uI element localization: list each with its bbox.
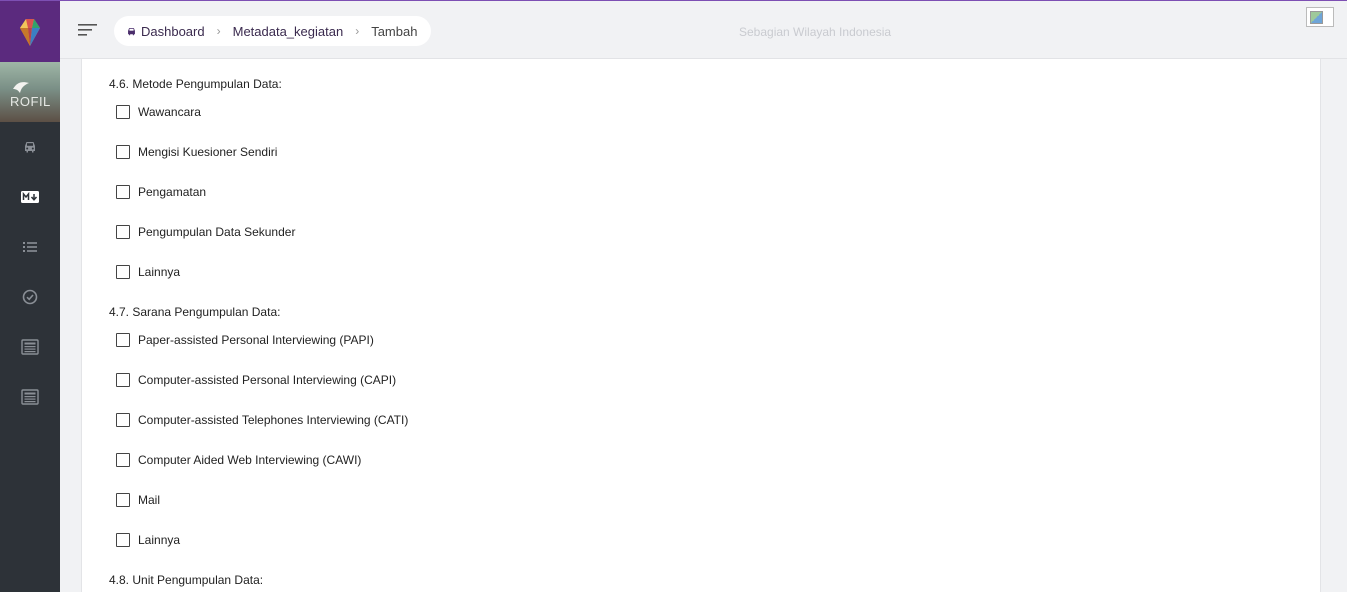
menu-toggle-button[interactable]	[78, 22, 98, 38]
banner-text: ROFIL	[10, 94, 51, 109]
sidebar-item-dashboard[interactable]	[0, 122, 60, 172]
checkbox-label: Wawancara	[138, 105, 201, 119]
checkbox-label: Paper-assisted Personal Interviewing (PA…	[138, 333, 374, 347]
checkbox-option[interactable]: Paper-assisted Personal Interviewing (PA…	[116, 332, 374, 348]
sidebar-item-report-2[interactable]	[0, 372, 60, 422]
checkbox[interactable]	[116, 453, 130, 467]
hamburger-icon	[78, 24, 97, 36]
bird-icon	[13, 82, 29, 93]
checkbox[interactable]	[116, 413, 130, 427]
chevron-right-icon: ›	[355, 24, 360, 38]
checkbox-option[interactable]: Lainnya	[116, 264, 180, 280]
checkbox-label: Pengumpulan Data Sekunder	[138, 225, 296, 239]
region-text: Sebagian Wilayah Indonesia	[739, 25, 892, 39]
checkbox-option[interactable]: Wawancara	[116, 104, 201, 120]
checkbox-label: Mengisi Kuesioner Sendiri	[138, 145, 278, 159]
breadcrumb-dashboard[interactable]: Dashboard	[141, 24, 205, 39]
checkbox[interactable]	[116, 145, 130, 159]
checkbox-label: Lainnya	[138, 265, 181, 279]
checkbox-option[interactable]: Pengumpulan Data Sekunder	[116, 224, 295, 240]
user-avatar-image[interactable]	[1306, 7, 1334, 27]
checkbox-label: Mail	[138, 493, 161, 507]
breadcrumb-metadata-kegiatan[interactable]: Metadata_kegiatan	[233, 24, 344, 39]
checkbox-option[interactable]: Lainnya	[116, 532, 180, 548]
checkbox-label: Computer Aided Web Interviewing (CAWI)	[138, 453, 362, 467]
check-circle-icon	[22, 289, 38, 305]
car-icon	[25, 142, 35, 153]
section-label-4-8: 4.8. Unit Pengumpulan Data:	[109, 573, 264, 587]
checkbox-option[interactable]: Computer Aided Web Interviewing (CAWI)	[116, 452, 361, 468]
markdown-icon	[21, 191, 39, 203]
checkbox-option[interactable]: Mengisi Kuesioner Sendiri	[116, 144, 277, 160]
breadcrumb-tambah: Tambah	[371, 23, 418, 39]
gem-logo-icon	[20, 18, 40, 46]
checkbox[interactable]	[116, 225, 130, 239]
checkbox-option[interactable]: Computer-assisted Telephones Interviewin…	[116, 412, 408, 428]
newspaper-icon	[21, 339, 39, 355]
checkbox[interactable]	[116, 373, 130, 387]
newspaper-icon	[21, 389, 39, 405]
checkbox-option[interactable]: Pengamatan	[116, 184, 206, 200]
checkbox-label: Lainnya	[138, 533, 181, 547]
app-logo[interactable]	[0, 1, 60, 62]
checkbox[interactable]	[116, 105, 130, 119]
sidebar-item-report-1[interactable]	[0, 322, 60, 372]
car-icon	[126, 26, 137, 37]
checkbox-label: Pengamatan	[138, 185, 207, 199]
checkbox-label: Computer-assisted Telephones Interviewin…	[138, 413, 409, 427]
checkbox[interactable]	[116, 493, 130, 507]
checkbox[interactable]	[116, 333, 130, 347]
checkbox[interactable]	[116, 185, 130, 199]
section-label-4-6: 4.6. Metode Pengumpulan Data:	[109, 77, 282, 91]
list-icon	[23, 242, 37, 252]
top-header: Dashboard › Metadata_kegiatan › Tambah S…	[60, 1, 1347, 59]
sidebar: ROFIL	[0, 1, 60, 592]
chevron-right-icon: ›	[216, 24, 221, 38]
checkbox-option[interactable]: Computer-assisted Personal Interviewing …	[116, 372, 396, 388]
checkbox-label: Computer-assisted Personal Interviewing …	[138, 373, 397, 387]
checkbox-option[interactable]: Mail	[116, 492, 160, 508]
sidebar-item-check[interactable]	[0, 272, 60, 322]
checkbox[interactable]	[116, 533, 130, 547]
checkbox[interactable]	[116, 265, 130, 279]
breadcrumb: Dashboard › Metadata_kegiatan › Tambah	[114, 16, 432, 46]
section-label-4-7: 4.7. Sarana Pengumpulan Data:	[109, 305, 281, 319]
profile-banner: ROFIL	[0, 62, 60, 122]
form-card: 4.6. Metode Pengumpulan Data: Wawancara …	[81, 59, 1321, 592]
sidebar-item-list[interactable]	[0, 222, 60, 272]
sidebar-item-metadata[interactable]	[0, 172, 60, 222]
